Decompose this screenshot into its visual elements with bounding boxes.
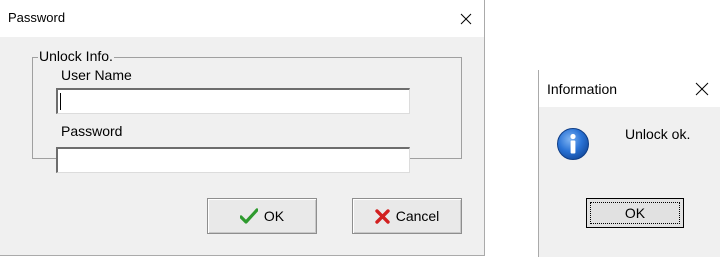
title-bar[interactable]: Information (539, 70, 720, 107)
user-name-input[interactable] (56, 88, 410, 114)
ok-button[interactable]: OK (207, 198, 317, 234)
ok-label: OK (263, 208, 285, 224)
focus-rectangle (590, 202, 680, 224)
text-caret (60, 93, 61, 110)
ok-button[interactable]: OK (586, 198, 684, 228)
information-dialog: Information Unlock ok. OK (538, 70, 720, 257)
info-message: Unlock ok. (625, 126, 691, 142)
password-dialog: Password Unlock Info. User Name Password… (0, 0, 485, 256)
red-x-icon (375, 208, 390, 224)
close-icon[interactable] (455, 8, 477, 30)
dialog-title: Password (8, 10, 66, 25)
group-label: Unlock Info. (38, 48, 114, 64)
title-bar[interactable]: Password (0, 0, 484, 37)
info-icon (556, 127, 590, 161)
close-icon[interactable] (691, 78, 713, 100)
cancel-label: Cancel (395, 208, 440, 224)
cancel-button[interactable]: Cancel (352, 198, 462, 234)
password-input[interactable] (56, 147, 410, 173)
checkmark-icon (239, 208, 258, 224)
dialog-title: Information (547, 81, 618, 97)
user-name-label: User Name (61, 67, 132, 83)
password-label: Password (61, 123, 123, 139)
